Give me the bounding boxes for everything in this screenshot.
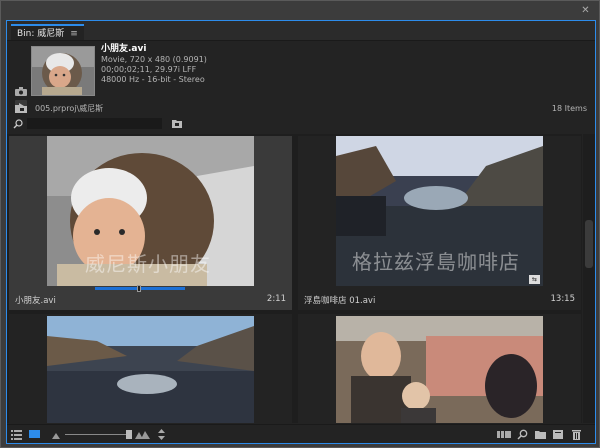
search-input[interactable] bbox=[27, 118, 162, 129]
clip-timecode: 00;00;02;11, 29.97i LFF bbox=[101, 65, 197, 74]
find-icon[interactable] bbox=[517, 429, 528, 440]
clip-duration: 2:11 bbox=[266, 294, 286, 304]
bin-path: 005.prproj\威尼斯 bbox=[35, 104, 104, 113]
preview-thumbnail bbox=[31, 46, 95, 96]
list-view-icon[interactable] bbox=[11, 429, 22, 440]
camera-icon[interactable] bbox=[15, 87, 27, 96]
new-item-icon[interactable] bbox=[553, 429, 564, 440]
preview-area: 小朋友.avi Movie, 720 x 480 (0.9091) 00;00;… bbox=[7, 42, 595, 112]
zoom-small-icon[interactable] bbox=[51, 429, 62, 440]
clip-audio: 48000 Hz - 16-bit - Stereo bbox=[101, 75, 205, 84]
clip-watermark: 威尼斯小朋友 bbox=[85, 252, 211, 276]
clip-badge-icon: ⇆ bbox=[529, 275, 540, 284]
clip-thumbnail bbox=[47, 316, 254, 423]
panel-menu-icon[interactable]: ≡ bbox=[70, 29, 78, 39]
clip-name: 小朋友.avi bbox=[101, 44, 147, 54]
clip-thumbnail: 格拉兹浮島咖啡店 ⇆ bbox=[336, 136, 543, 286]
tab-label: Bin: 威尼斯 bbox=[17, 29, 65, 39]
zoom-slider[interactable] bbox=[65, 434, 131, 435]
clip-name-label: 小朋友.avi bbox=[15, 296, 56, 306]
zoom-large-icon[interactable] bbox=[135, 429, 151, 440]
vertical-scrollbar[interactable] bbox=[583, 134, 595, 423]
scrollbar-thumb[interactable] bbox=[585, 220, 593, 268]
icon-view-icon[interactable] bbox=[29, 429, 40, 440]
sort-icon[interactable] bbox=[156, 429, 167, 440]
clip-grid: 威尼斯小朋友 小朋友.avi 2:11 格拉兹浮島咖啡店 ⇆ 浮島咖啡店 01.… bbox=[7, 134, 582, 423]
clip-tile[interactable] bbox=[298, 314, 581, 423]
clip-tile[interactable] bbox=[9, 314, 292, 423]
bin-window: ✕ Bin: 威尼斯 ≡ 小朋友.avi Movie, 720 x 480 (0… bbox=[0, 0, 600, 448]
close-icon[interactable]: ✕ bbox=[580, 6, 591, 17]
folder-icon[interactable] bbox=[15, 104, 27, 113]
clip-tile[interactable]: 威尼斯小朋友 小朋友.avi 2:11 bbox=[9, 136, 292, 310]
bottom-toolbar bbox=[7, 424, 595, 443]
trash-icon[interactable] bbox=[571, 429, 582, 440]
clip-thumbnail bbox=[336, 316, 543, 423]
clip-tile[interactable]: 格拉兹浮島咖啡店 ⇆ 浮島咖啡店 01.avi 13:15 bbox=[298, 136, 581, 310]
automate-to-sequence-icon[interactable] bbox=[497, 429, 511, 440]
clip-watermark: 格拉兹浮島咖啡店 bbox=[352, 250, 520, 274]
path-row: 005.prproj\威尼斯 18 Items bbox=[7, 102, 595, 116]
item-count: 18 Items bbox=[551, 104, 587, 113]
new-bin-icon[interactable] bbox=[535, 429, 546, 440]
clip-duration: 13:15 bbox=[550, 294, 576, 304]
clip-format: Movie, 720 x 480 (0.9091) bbox=[101, 55, 207, 64]
tab-bar: Bin: 威尼斯 ≡ bbox=[7, 21, 595, 41]
tab-bin[interactable]: Bin: 威尼斯 ≡ bbox=[11, 24, 84, 40]
search-row bbox=[7, 117, 595, 131]
clip-thumbnail: 威尼斯小朋友 bbox=[47, 136, 254, 286]
playhead-handle[interactable] bbox=[137, 285, 141, 292]
search-icon[interactable] bbox=[13, 119, 23, 129]
new-bin-icon[interactable] bbox=[172, 119, 182, 128]
clip-name-label: 浮島咖啡店 01.avi bbox=[304, 296, 376, 306]
bin-panel: Bin: 威尼斯 ≡ 小朋友.avi Movie, 720 x 480 (0.9… bbox=[6, 20, 596, 444]
clip-info: 小朋友.avi Movie, 720 x 480 (0.9091) 00;00;… bbox=[101, 44, 207, 85]
zoom-slider-handle[interactable] bbox=[126, 430, 132, 439]
